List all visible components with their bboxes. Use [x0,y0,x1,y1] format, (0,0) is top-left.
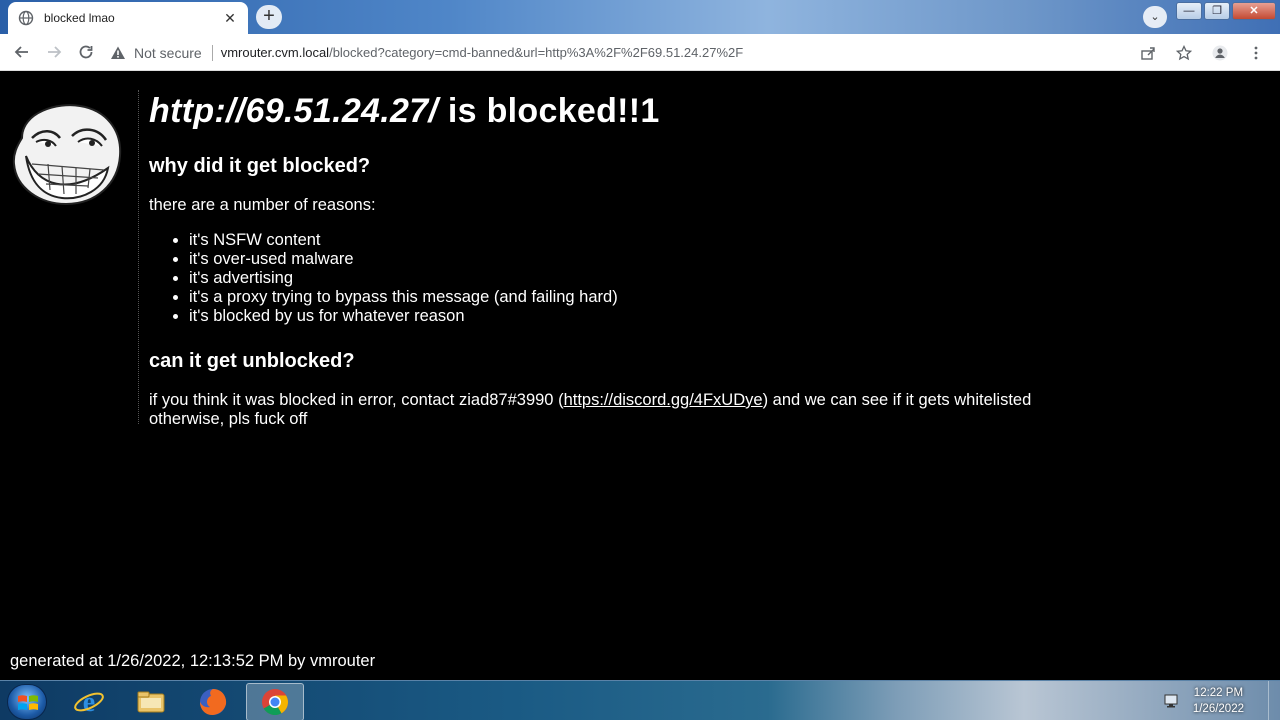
minimize-button[interactable]: — [1176,2,1202,20]
list-item: it's blocked by us for whatever reason [189,307,1269,326]
browser-toolbar: Not secure vmrouter.cvm.local/blocked?ca… [0,34,1280,71]
reload-icon [79,45,93,59]
block-message: http://69.51.24.27/ is blocked!!1 why di… [149,92,1269,429]
unblock-heading: can it get unblocked? [149,350,355,372]
network-icon[interactable] [1163,693,1181,709]
content-divider [138,90,139,424]
taskbar-clock[interactable]: 12:22 PM 1/26/2022 [1193,685,1244,717]
back-arrow-icon [14,46,28,58]
taskbar-chrome[interactable] [246,683,304,720]
taskbar-internet-explorer[interactable]: e [60,683,118,720]
show-desktop-button[interactable] [1268,681,1280,720]
bookmark-button[interactable] [1166,38,1202,67]
close-window-button[interactable]: ✕ [1232,2,1276,20]
forward-arrow-icon [48,46,62,58]
reasons-list: it's NSFW content it's over-used malware… [149,231,1269,326]
share-icon [1141,46,1155,60]
discord-link[interactable]: https://discord.gg/4FxUDye [564,391,763,409]
warning-icon[interactable] [110,45,126,61]
taskbar: e 12:22 PM 1/26/2022 [0,680,1280,720]
file-explorer-icon [137,691,165,713]
system-tray: 12:22 PM 1/26/2022 [1163,681,1280,720]
generated-footer: generated at 1/26/2022, 12:13:52 PM by v… [10,652,376,670]
tab-strip: blocked lmao ✕ + ⌄ — ❐ ✕ [0,0,1280,34]
page-title: http://69.51.24.27/ is blocked!!1 [149,92,1269,131]
firefox-icon [200,689,227,715]
url-path: /blocked?category=cmd-banned&url=http%3A… [329,45,744,60]
unblock-text-after: ) and we can see if it gets whitelisted [762,391,1032,409]
reasons-intro: there are a number of reasons: [149,196,376,214]
list-item: it's a proxy trying to bypass this messa… [189,288,1269,307]
windows-logo-icon [18,695,38,710]
chrome-icon [262,689,289,716]
why-heading: why did it get blocked? [149,155,371,177]
list-item: it's advertising [189,269,1269,288]
profile-icon [1212,45,1228,60]
toolbar-actions [1130,38,1274,67]
blocked-suffix: is blocked!!1 [438,92,660,130]
taskbar-file-explorer[interactable] [122,683,180,720]
address-bar[interactable]: Not secure vmrouter.cvm.local/blocked?ca… [110,38,1210,67]
unblock-text: if you think it was blocked in error, co… [149,391,1269,429]
omnibox-divider [211,44,213,61]
taskbar-firefox[interactable] [184,683,242,720]
back-button[interactable] [6,36,38,68]
svg-text:e: e [83,687,95,718]
share-button[interactable] [1130,38,1166,67]
page-content: http://69.51.24.27/ is blocked!!1 why di… [0,72,1280,680]
unblock-line2: otherwise, pls fuck off [149,410,308,428]
tab-close-icon[interactable]: ✕ [222,10,238,26]
start-button[interactable] [7,684,47,720]
list-item: it's over-used malware [189,250,1269,269]
not-secure-label[interactable]: Not secure [134,45,202,61]
url-host: vmrouter.cvm.local [220,45,330,60]
star-icon [1176,44,1192,60]
reload-button[interactable] [70,36,102,68]
menu-button[interactable] [1238,38,1274,67]
internet-explorer-icon: e [74,687,104,718]
maximize-button[interactable]: ❐ [1204,2,1230,20]
tab-title: blocked lmao [44,11,115,25]
window-controls: — ❐ ✕ [1174,2,1276,20]
list-item: it's NSFW content [189,231,1269,250]
forward-button[interactable] [38,36,70,68]
profile-button[interactable] [1202,38,1238,67]
new-tab-button[interactable]: + [256,5,282,29]
unblock-text-before: if you think it was blocked in error, co… [149,391,564,409]
url-text[interactable]: vmrouter.cvm.local/blocked?category=cmd-… [221,45,743,60]
clock-time: 12:22 PM [1193,687,1244,699]
clock-date: 1/26/2022 [1192,703,1244,715]
globe-icon [18,10,34,26]
kebab-menu-icon [1254,46,1258,59]
trollface-image [12,104,122,206]
tab-blocked[interactable]: blocked lmao ✕ [8,2,248,34]
blocked-url: http://69.51.24.27/ [149,92,439,130]
tab-search-button[interactable]: ⌄ [1143,6,1167,28]
